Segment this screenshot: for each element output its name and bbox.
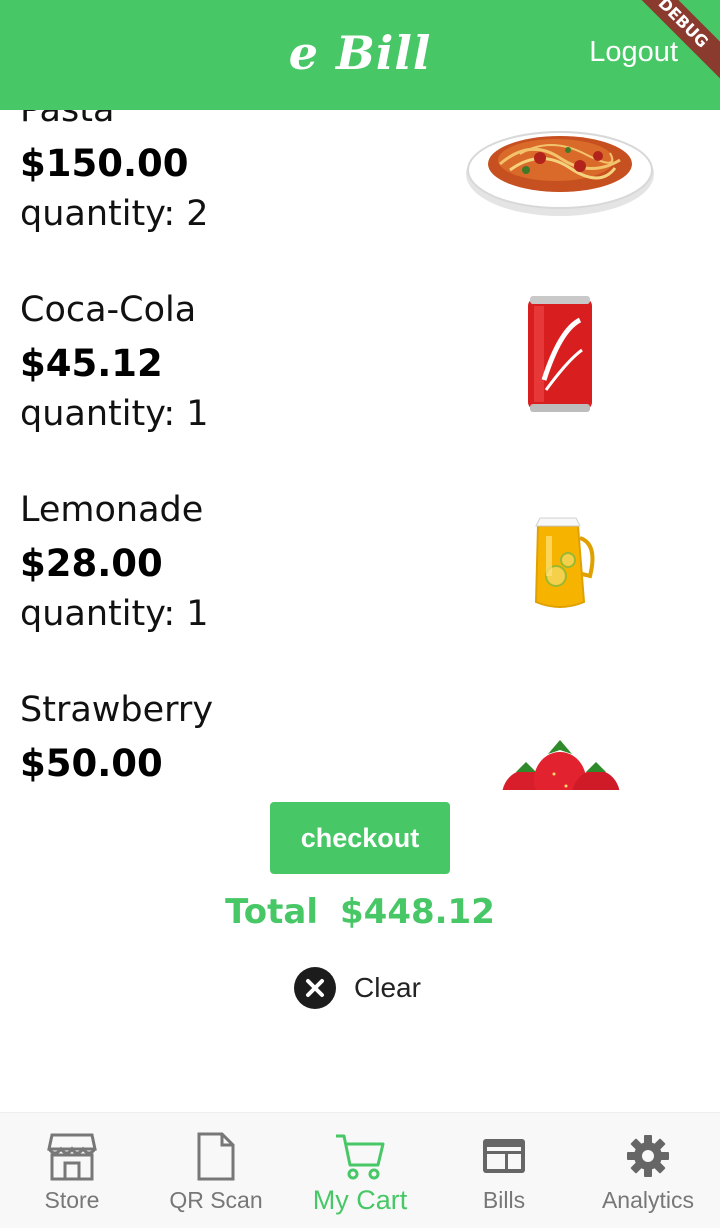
document-icon — [190, 1131, 242, 1181]
nav-item-analytics[interactable]: Analytics — [576, 1113, 720, 1228]
item-quantity: quantity: 1 — [20, 594, 209, 634]
bills-icon — [478, 1131, 530, 1181]
item-price: $150.00 — [20, 142, 189, 185]
cart-list[interactable]: Pasta $150.00 quantity: 2 Coca-Cola $45.… — [0, 110, 720, 790]
cart-item-pasta[interactable]: Pasta $150.00 quantity: 2 — [0, 110, 720, 290]
checkout-button[interactable]: checkout — [270, 802, 450, 874]
cart-icon — [334, 1131, 386, 1181]
close-icon[interactable] — [294, 967, 336, 1009]
nav-item-qr-scan[interactable]: QR Scan — [144, 1113, 288, 1228]
clear-cart-button[interactable]: Clear — [294, 966, 421, 1010]
nav-item-store[interactable]: Store — [0, 1113, 144, 1228]
item-name: Coca-Cola — [20, 290, 197, 330]
strawberries-icon — [460, 704, 660, 790]
clear-label: Clear — [354, 972, 421, 1003]
total-label: Total — [225, 892, 319, 932]
nav-item-bills[interactable]: Bills — [432, 1113, 576, 1228]
nav-label: Store — [44, 1187, 100, 1213]
total-value: $448.12 — [340, 892, 495, 932]
pasta-plate-icon — [460, 110, 660, 223]
store-icon — [46, 1131, 98, 1181]
nav-label: My Cart — [312, 1185, 408, 1215]
item-name: Strawberry — [20, 690, 214, 730]
cola-can-icon — [460, 290, 660, 415]
cart-total: Total $448.12 — [0, 892, 720, 932]
cart-item-strawberry[interactable]: Strawberry $50.00 — [0, 690, 720, 790]
item-quantity: quantity: 2 — [20, 194, 209, 234]
item-quantity: quantity: 1 — [20, 394, 209, 434]
nav-label: Analytics — [601, 1187, 695, 1213]
cart-item-lemonade[interactable]: Lemonade $28.00 quantity: 1 — [0, 490, 720, 690]
item-price: $45.12 — [20, 342, 163, 385]
nav-label: Bills — [482, 1187, 526, 1213]
item-name: Pasta — [20, 110, 115, 130]
cart-item-coca-cola[interactable]: Coca-Cola $45.12 quantity: 1 — [0, 290, 720, 490]
item-price: $50.00 — [20, 742, 163, 785]
logout-button[interactable]: Logout — [589, 36, 678, 69]
item-price: $28.00 — [20, 542, 163, 585]
app-bar: e Bill Logout DEBUG — [0, 0, 720, 110]
nav-item-my-cart[interactable]: My Cart — [288, 1113, 432, 1228]
gear-icon — [622, 1131, 674, 1181]
item-name: Lemonade — [20, 490, 204, 530]
lemonade-jug-icon — [460, 490, 660, 615]
bottom-navigation: Store QR Scan My Cart Bills Analytics — [0, 1112, 720, 1228]
nav-label: QR Scan — [169, 1187, 263, 1213]
